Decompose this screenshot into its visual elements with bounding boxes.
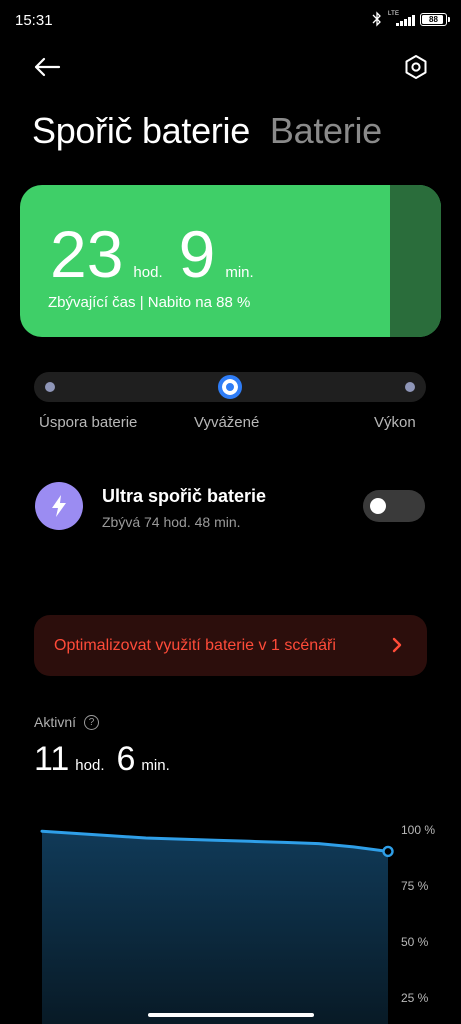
signal-icon: LTE [388, 11, 415, 27]
power-mode-slider[interactable] [34, 372, 426, 402]
battery-level-chart: 100 % 75 % 50 % 25 % [40, 823, 435, 1024]
ultra-saver-toggle[interactable] [363, 490, 425, 522]
mode-label-saver[interactable]: Úspora baterie [39, 414, 137, 431]
battery-icon: 88 [420, 12, 450, 26]
toggle-knob [370, 498, 386, 514]
mode-dot-saver[interactable] [45, 382, 55, 392]
help-icon[interactable]: ? [84, 714, 100, 730]
remaining-hours: 23 [50, 217, 124, 291]
active-hours-unit: hod. [75, 757, 105, 774]
back-button[interactable] [30, 52, 64, 82]
mode-label-performance[interactable]: Výkon [374, 414, 416, 431]
remaining-time: 23 hod. 9 min. [50, 221, 270, 287]
optimize-text: Optimalizovat využití baterie v 1 scénář… [54, 636, 336, 654]
gear-hexagon-icon [405, 55, 427, 79]
status-icons: LTE 88 [372, 11, 450, 27]
active-time: 11 hod. 6 min. [34, 742, 182, 776]
active-label: Aktivní [34, 714, 77, 730]
hours-unit: hod. [133, 264, 163, 281]
ultra-saver-subtitle: Zbývá 74 hod. 48 min. [102, 514, 241, 530]
battery-status-card: 23 hod. 9 min. Zbývající čas | Nabito na… [20, 185, 441, 337]
y-tick-50: 50 % [401, 935, 429, 949]
settings-button[interactable] [401, 52, 431, 82]
mode-thumb-balanced[interactable] [218, 375, 242, 399]
chart-area [42, 831, 388, 1024]
tab-battery-saver[interactable]: Spořič baterie [32, 110, 250, 152]
y-tick-100: 100 % [401, 823, 435, 837]
status-bar: 15:31 LTE 88 [0, 0, 461, 40]
y-tick-25: 25 % [401, 991, 429, 1005]
status-time: 15:31 [15, 12, 53, 29]
ultra-saver-title: Ultra spořič baterie [102, 486, 267, 506]
remaining-subtitle: Zbývající čas | Nabito na 88 % [48, 294, 251, 311]
ultra-saver-icon-badge [35, 482, 83, 530]
active-section-header: Aktivní ? [34, 714, 100, 730]
mode-dot-performance[interactable] [405, 382, 415, 392]
arrow-left-icon [34, 57, 61, 77]
bluetooth-icon [372, 11, 381, 27]
tab-battery[interactable]: Baterie [270, 110, 382, 152]
minutes-unit: min. [225, 264, 254, 281]
active-minutes-unit: min. [141, 757, 170, 774]
y-tick-75: 75 % [401, 879, 429, 893]
optimize-battery-button[interactable]: Optimalizovat využití baterie v 1 scénář… [34, 615, 427, 676]
tab-bar: Spořič baterie Baterie [32, 110, 382, 152]
battery-level: 88 [429, 14, 438, 24]
active-minutes: 6 [116, 740, 136, 778]
chart-end-point [382, 845, 394, 858]
battery-saver-screen: 15:31 LTE 88 Spořič baterie Baterie 23 h… [0, 0, 461, 1024]
mode-label-balanced[interactable]: Vyvážené [194, 414, 259, 431]
battery-remaining-area [390, 185, 441, 337]
lightning-bolt-icon [52, 495, 66, 517]
chevron-right-icon [392, 637, 402, 653]
active-hours: 11 [34, 740, 70, 778]
home-indicator[interactable] [148, 1013, 314, 1017]
remaining-minutes: 9 [178, 217, 216, 291]
